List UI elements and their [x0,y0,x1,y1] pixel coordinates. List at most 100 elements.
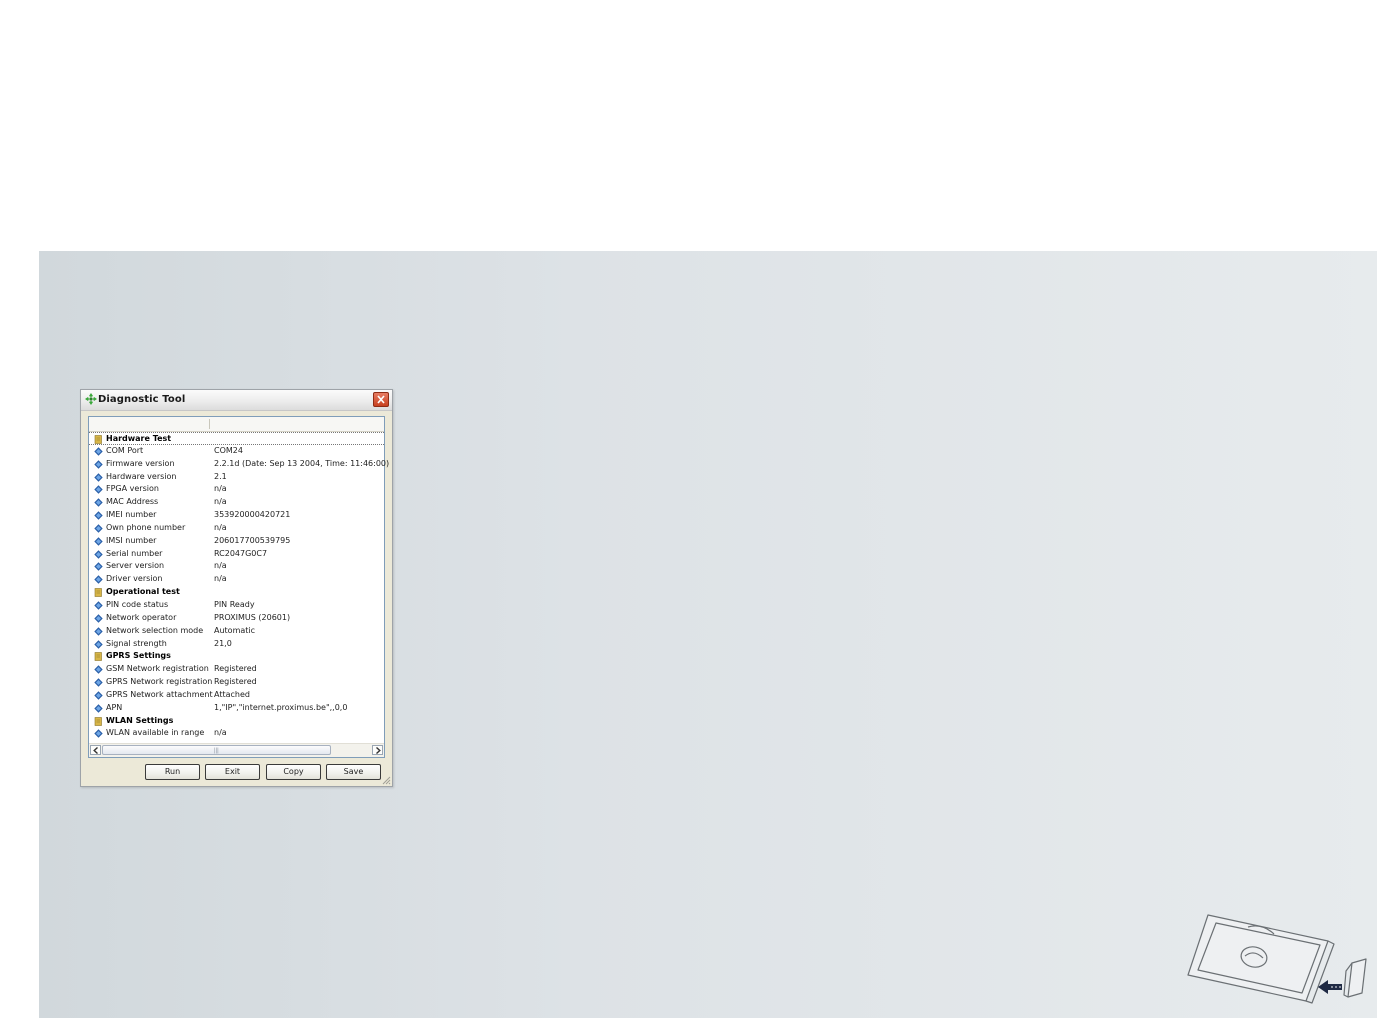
scroll-thumb[interactable]: ||| [102,745,331,755]
list-item[interactable]: Firmware version 2.2.1d (Date: Sep 13 200… [89,458,389,471]
list-item[interactable]: IMEI number 353920000420721 [89,509,384,522]
list-item[interactable]: PIN code status PIN Ready [89,599,384,612]
group-label: Hardware Test [106,434,172,443]
list-item[interactable]: FPGA version n/a [89,483,384,496]
item-label: MAC Address [106,497,159,507]
save-button[interactable]: Save [326,764,381,780]
exit-button[interactable]: Exit [205,764,260,780]
run-button[interactable]: Run [145,764,200,780]
item-value: n/a [214,728,227,738]
blue-diamond-icon [94,575,103,584]
group-row[interactable]: WLAN Settings [89,715,384,728]
group-label: GPRS Settings [106,651,171,661]
item-value: 2.1 [214,471,227,481]
list-rows: Hardware Test COM Port COM24 Firmware versi… [89,432,389,740]
list-item[interactable]: APN 1,"IP","internet.proximus.be",,0,0 [89,702,384,715]
blue-diamond-icon [94,511,103,520]
list-item[interactable]: Own phone number n/a [89,522,384,535]
scroll-right-button[interactable] [372,745,383,755]
item-label: IMSI number [106,535,157,545]
resize-grip-icon[interactable] [381,775,391,785]
item-label: GPRS Network registration [106,677,213,687]
item-value: 206017700539795 [214,535,291,545]
item-label: FPGA version [106,484,159,494]
list-item[interactable]: COM Port COM24 [89,445,384,458]
close-button[interactable] [373,392,389,407]
chevron-right-icon [376,747,381,754]
copy-button[interactable]: Copy [266,764,321,780]
blue-diamond-icon [94,601,103,610]
list-item[interactable]: MAC Address n/a [89,496,384,509]
pc-card-insert-illustration [1187,914,1367,1004]
item-label: PIN code status [106,599,169,609]
item-value: 21,0 [214,638,232,648]
list-item[interactable]: Signal strength 21,0 [89,638,384,651]
item-value: RC2047G0C7 [214,548,268,558]
item-value: Automatic [214,625,256,635]
list-item[interactable]: GSM Network registration Registered [89,663,384,676]
item-label: Own phone number [106,522,186,532]
green-cross-diamond-icon [85,393,97,405]
item-value: PROXIMUS (20601) [214,612,291,622]
item-value: n/a [214,522,227,532]
list-item[interactable]: GPRS Network attachment Attached [89,689,384,702]
blue-diamond-icon [94,729,103,739]
list-item[interactable]: Server version n/a [89,560,384,573]
blue-diamond-icon [94,524,103,533]
item-value: n/a [214,561,227,571]
item-label: WLAN available in range [106,728,205,738]
diagnostic-list[interactable]: Hardware Test COM Port COM24 Firmware versi… [88,416,389,758]
item-value: Registered [214,664,257,674]
folder-note-icon [94,716,102,726]
column-divider[interactable] [209,419,210,429]
blue-diamond-icon [94,614,103,623]
item-value: n/a [214,497,227,507]
item-value: Registered [214,677,257,687]
item-label: Firmware version [106,458,175,468]
item-label: Hardware version [106,471,177,481]
diagnostic-tool-window: Diagnostic Tool Hardware Test COM Port COM… [80,389,393,787]
list-item[interactable]: Hardware version 2.1 [89,471,384,484]
item-value: 2.2.1d (Date: Sep 13 2004, Time: 11:46:0… [214,458,390,468]
item-label: APN [106,702,123,712]
chevron-left-icon [93,747,98,754]
folder-note-icon [94,588,102,597]
blue-diamond-icon [94,562,103,572]
list-item[interactable]: Network selection mode Automatic [89,625,384,638]
item-label: Serial number [106,548,163,558]
blue-diamond-icon [94,626,103,636]
item-label: Network operator [106,612,177,622]
window-title: Diagnostic Tool [98,394,186,405]
blue-diamond-icon [94,447,103,456]
group-row[interactable]: Hardware Test [89,432,384,445]
scroll-left-button[interactable] [90,745,101,755]
group-label: Operational test [106,587,180,597]
list-item[interactable]: Network operator PROXIMUS (20601) [89,612,384,625]
blue-diamond-icon [94,537,103,546]
blue-diamond-icon [94,498,103,507]
item-value: 353920000420721 [214,510,291,520]
horizontal-scrollbar[interactable]: ||| [89,743,384,757]
blue-diamond-icon [94,704,103,713]
group-label: WLAN Settings [106,715,174,725]
list-item[interactable]: IMSI number 206017700539795 [89,535,384,548]
group-row[interactable]: Operational test [89,586,384,599]
list-item[interactable]: Serial number RC2047G0C7 [89,548,384,561]
column-header[interactable] [89,417,384,432]
title-bar[interactable]: Diagnostic Tool [81,390,392,411]
list-item[interactable]: Driver version n/a [89,573,384,586]
list-item[interactable]: GPRS Network registration Registered [89,676,384,689]
item-label: Signal strength [106,638,167,648]
item-label: COM Port [106,445,144,455]
item-value: n/a [214,574,227,584]
item-value: PIN Ready [214,599,255,609]
folder-note-icon [94,652,102,662]
item-label: GSM Network registration [106,664,209,674]
item-label: Server version [106,561,165,571]
close-icon [377,395,385,404]
group-row[interactable]: GPRS Settings [89,650,384,663]
list-item[interactable]: WLAN available in range n/a [89,727,384,740]
blue-diamond-icon [94,678,103,687]
item-value: n/a [214,484,227,494]
item-value: 1,"IP","internet.proximus.be",,0,0 [214,702,348,712]
